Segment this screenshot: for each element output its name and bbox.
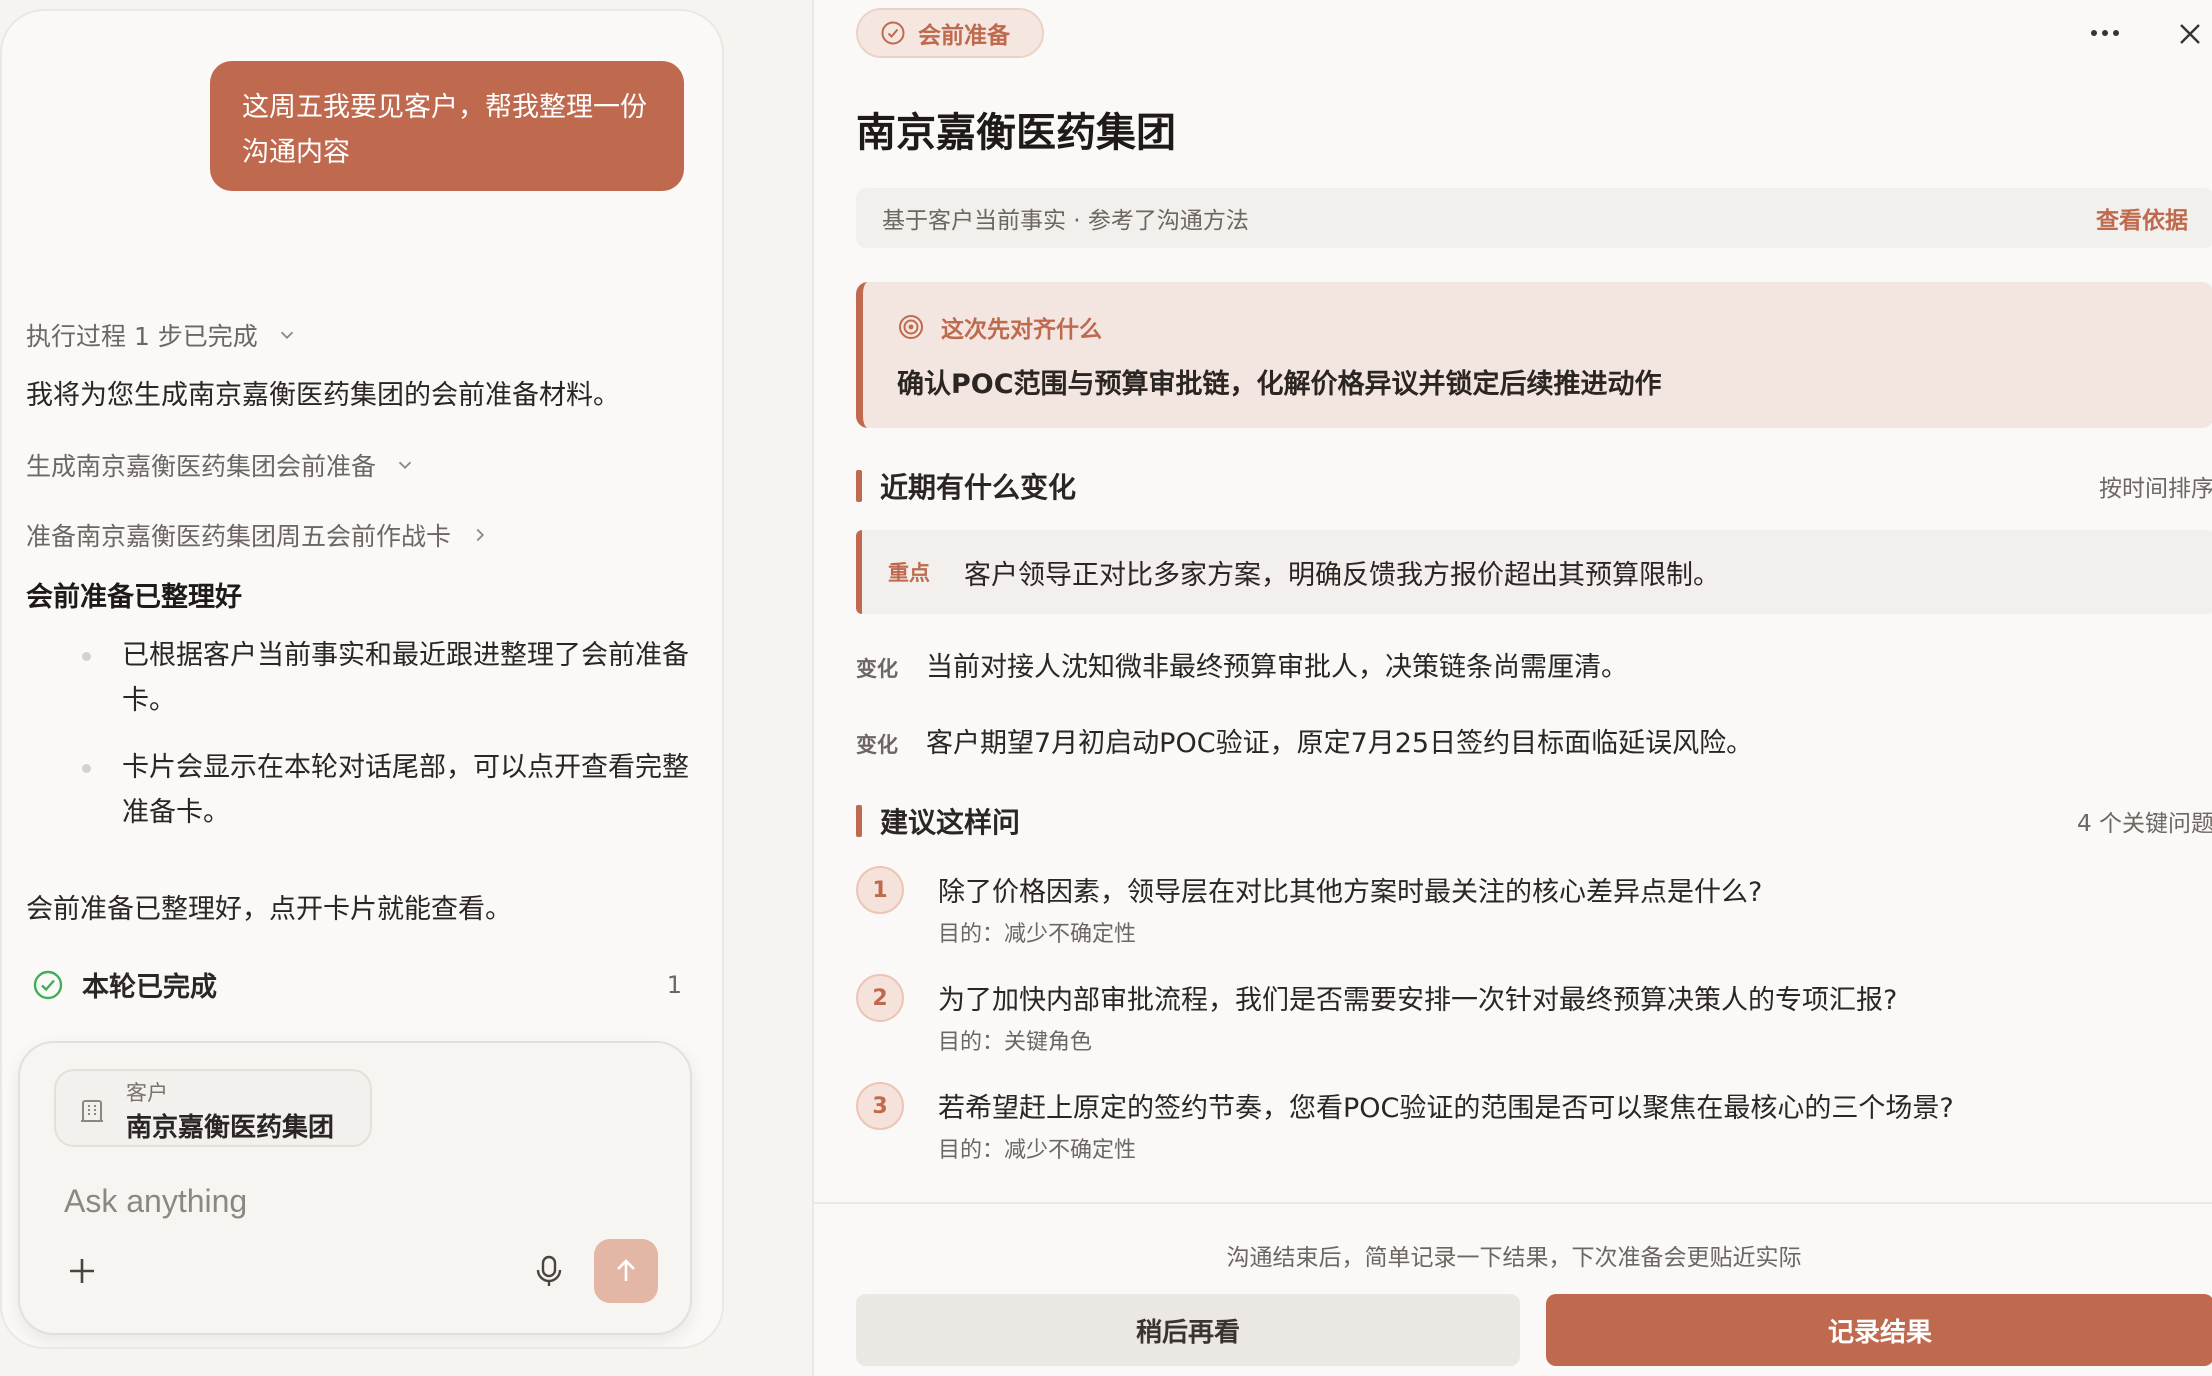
reply-closing: 会前准备已整理好，点开卡片就能查看。 (26, 894, 512, 925)
change-tag: 变化 (856, 656, 898, 681)
more-options-icon[interactable] (2090, 28, 2120, 38)
prep-card-panel: 会前准备 南京嘉衡医药集团 基于客户当前事实 · 参考了沟通方法 查看依据 这次… (812, 0, 2212, 1376)
alignment-goal-box: 这次先对齐什么 确认POC范围与预算审批链，化解价格异议并锁定后续推进动作 (856, 282, 2212, 428)
view-later-button[interactable]: 稍后再看 (856, 1294, 1520, 1366)
question-number: 3 (856, 1082, 904, 1130)
plus-icon[interactable] (64, 1253, 100, 1289)
chevron-down-icon (398, 461, 412, 470)
check-circle-icon (881, 21, 905, 45)
step-label: 执行过程 1 步已完成 (26, 322, 258, 351)
key-text: 客户领导正对比多家方案，明确反馈我方报价超出其预算限制。 (964, 559, 1720, 591)
list-item: 已根据客户当前事实和最近跟进整理了会前准备卡。 (82, 633, 692, 723)
context-label: 客户 (126, 1081, 168, 1105)
view-basis-link[interactable]: 查看依据 (2096, 201, 2188, 235)
basis-text: 基于客户当前事实 · 参考了沟通方法 (882, 208, 1249, 234)
chevron-down-icon (280, 331, 293, 340)
ready-heading: 会前准备已整理好 (26, 582, 242, 613)
section-title: 近期有什么变化 (880, 471, 1077, 504)
section-recent-changes: 近期有什么变化 按时间排序 (856, 469, 2212, 504)
step-label: 生成南京嘉衡医药集团会前准备 (26, 452, 377, 481)
question-text: 为了加快内部审批流程，我们是否需要安排一次针对最终预算决策人的专项汇报? (938, 985, 1898, 1016)
reply-bullets: 已根据客户当前事实和最近跟进整理了会前准备卡。 卡片会显示在本轮对话尾部，可以点… (82, 633, 692, 857)
close-icon[interactable] (2178, 22, 2202, 46)
question-count: 4 个关键问题 (2077, 811, 2212, 837)
question-number: 1 (856, 866, 904, 914)
prep-footer: 沟通结束后，简单记录一下结果，下次准备会更贴近实际 稍后再看 记录结果 (814, 1202, 2212, 1376)
turn-complete-row[interactable]: 本轮已完成 1 (32, 965, 682, 1004)
step-generate[interactable]: 生成南京嘉衡医药集团会前准备 (26, 447, 416, 483)
step-label: 准备南京嘉衡医药集团周五会前作战卡 (26, 522, 452, 551)
question-purpose: 目的：减少不确定性 (938, 922, 1137, 947)
context-value: 南京嘉衡医药集团 (126, 1113, 335, 1143)
change-tag: 变化 (856, 732, 898, 757)
composer: 客户 南京嘉衡医药集团 (18, 1041, 692, 1335)
question-purpose: 目的：减少不确定性 (938, 1138, 1137, 1163)
ask-input[interactable] (64, 1179, 624, 1223)
question-number: 2 (856, 974, 904, 1022)
reply-intro: 我将为您生成南京嘉衡医药集团的会前准备材料。 (26, 380, 620, 411)
page-title: 南京嘉衡医药集团 (856, 110, 1176, 156)
change-text: 客户期望7月初启动POC验证，原定7月25日签约目标面临延误风险。 (926, 728, 1754, 759)
list-item: 卡片会显示在本轮对话尾部，可以点开查看完整准备卡。 (82, 745, 692, 835)
change-item: 变化 客户期望7月初启动POC验证，原定7月25日签约目标面临延误风险。 (856, 721, 1753, 760)
check-circle-icon (33, 970, 63, 999)
section-title: 建议这样问 (880, 806, 1021, 839)
arrow-up-icon (617, 1259, 635, 1281)
prep-badge: 会前准备 (856, 8, 1044, 58)
question-text: 除了价格因素，领导层在对比其他方案时最关注的核心差异点是什么? (938, 877, 1763, 908)
goal-heading: 这次先对齐什么 (897, 310, 1102, 344)
key-tag: 重点 (888, 561, 930, 585)
sort-toggle[interactable]: 按时间排序 (2099, 469, 2212, 503)
question-text: 若希望赶上原定的签约节奏，您看POC验证的范围是否可以聚焦在最核心的三个场景? (938, 1093, 1954, 1124)
scroll-fade (814, 1190, 2212, 1202)
goal-body: 确认POC范围与预算审批链，化解价格异议并锁定后续推进动作 (897, 369, 1662, 400)
step-prepare-card[interactable]: 准备南京嘉衡医药集团周五会前作战卡 (26, 517, 491, 553)
chat-panel: 这周五我要见客户，帮我整理一份沟通内容 执行过程 1 步已完成 我将为您生成南京… (0, 9, 724, 1349)
user-message-bubble: 这周五我要见客户，帮我整理一份沟通内容 (210, 61, 684, 191)
change-text: 当前对接人沈知微非最终预算审批人，决策链条尚需厘清。 (926, 652, 1628, 683)
turn-complete-label: 本轮已完成 (82, 972, 217, 1003)
footer-note: 沟通结束后，简单记录一下结果，下次准备会更贴近实际 (1226, 1245, 1802, 1271)
record-result-button[interactable]: 记录结果 (1546, 1294, 2212, 1366)
customer-context-chip[interactable]: 客户 南京嘉衡医药集团 (54, 1069, 372, 1147)
turn-complete-count: 1 (666, 970, 682, 999)
basis-bar: 基于客户当前事实 · 参考了沟通方法 查看依据 (856, 188, 2212, 248)
section-suggested-questions: 建议这样问 4 个关键问题 (856, 804, 2212, 839)
question-purpose: 目的：关键角色 (938, 1030, 1093, 1055)
building-icon (81, 1100, 103, 1122)
change-item: 变化 当前对接人沈知微非最终预算审批人，决策链条尚需厘清。 (856, 645, 1628, 684)
step-execution[interactable]: 执行过程 1 步已完成 (26, 317, 298, 353)
target-icon (899, 315, 923, 339)
key-change-item: 重点 客户领导正对比多家方案，明确反馈我方报价超出其预算限制。 (856, 530, 2212, 614)
chevron-right-icon (476, 528, 485, 542)
microphone-icon[interactable] (532, 1253, 566, 1289)
send-button[interactable] (594, 1239, 658, 1303)
